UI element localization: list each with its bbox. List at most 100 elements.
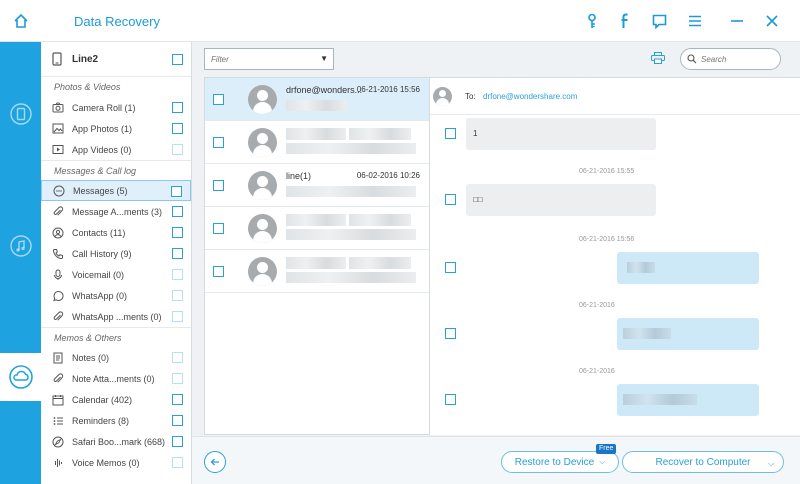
category-whatsapp-attachments[interactable]: WhatsApp ...ments (0) <box>41 306 191 327</box>
recover-to-computer-button[interactable]: Recover to Computer <box>622 451 784 473</box>
message-checkbox[interactable] <box>213 94 224 105</box>
filter-dropdown[interactable]: Filter ▼ <box>204 48 334 70</box>
facebook-button[interactable] <box>616 12 634 30</box>
message-sender: drfone@wonders... <box>286 85 363 95</box>
camera-icon <box>52 102 64 114</box>
category-checkbox[interactable] <box>172 269 183 280</box>
category-voice-memos[interactable]: Voice Memos (0) <box>41 452 191 473</box>
main-panel: Filter ▼ Search drfone@wonders... 06-21-… <box>192 42 800 484</box>
home-button[interactable] <box>0 0 42 42</box>
message-checkbox[interactable] <box>213 180 224 191</box>
message-date: 06-02-2016 10:26 <box>356 171 420 180</box>
device-header[interactable]: Line2 <box>41 42 191 77</box>
video-icon <box>52 144 64 156</box>
category-checkbox[interactable] <box>172 436 183 447</box>
close-icon <box>766 15 778 27</box>
close-button[interactable] <box>763 12 781 30</box>
blurred-preview <box>286 143 416 154</box>
message-item[interactable] <box>205 121 429 164</box>
category-checkbox[interactable] <box>172 415 183 426</box>
message-checkbox[interactable] <box>445 394 456 405</box>
category-voicemail[interactable]: Voicemail (0) <box>41 264 191 285</box>
back-button[interactable] <box>204 451 226 473</box>
blurred-preview <box>286 100 346 111</box>
blurred-sender <box>286 257 346 269</box>
category-whatsapp[interactable]: WhatsApp (0) <box>41 285 191 306</box>
to-label: To: <box>465 92 476 101</box>
section-title-photos-videos: Photos & Videos <box>54 82 121 92</box>
category-note-attachments[interactable]: Note Atta...ments (0) <box>41 368 191 389</box>
message-checkbox[interactable] <box>445 328 456 339</box>
restore-label: Restore to Device <box>514 456 595 468</box>
restore-to-device-button[interactable]: Restore to Device ⌵ <box>501 451 619 473</box>
blurred-date <box>349 257 411 269</box>
message-checkbox[interactable] <box>445 128 456 139</box>
category-checkbox[interactable] <box>171 186 182 197</box>
select-all-checkbox[interactable] <box>172 54 183 65</box>
category-checkbox[interactable] <box>172 144 183 155</box>
category-notes[interactable]: Notes (0) <box>41 347 191 368</box>
menu-button[interactable] <box>686 12 704 30</box>
blurred-preview <box>286 229 416 240</box>
recover-from-device-tab[interactable] <box>0 90 41 138</box>
message-item[interactable] <box>205 250 429 293</box>
category-checkbox[interactable] <box>172 102 183 113</box>
recover-from-icloud-tab[interactable] <box>0 353 41 401</box>
message-item[interactable]: drfone@wonders... 06-21-2016 15:56 <box>205 78 429 121</box>
category-checkbox[interactable] <box>172 290 183 301</box>
outgoing-bubble <box>617 318 759 350</box>
category-messages[interactable]: Messages (5) <box>41 180 191 201</box>
category-safari-bookmarks[interactable]: Safari Boo...mark (668) <box>41 431 191 452</box>
search-input[interactable]: Search <box>680 48 781 70</box>
whatsapp-icon <box>52 290 64 302</box>
mode-rail <box>0 42 41 484</box>
message-sender: line(1) <box>286 171 312 181</box>
message-checkbox[interactable] <box>445 262 456 273</box>
phone-device-icon <box>52 52 62 66</box>
message-item[interactable]: line(1) 06-02-2016 10:26 <box>205 164 429 207</box>
category-checkbox[interactable] <box>172 227 183 238</box>
avatar <box>248 171 277 200</box>
incoming-bubble: 1 <box>466 118 656 150</box>
category-checkbox[interactable] <box>172 352 183 363</box>
message-checkbox[interactable] <box>213 137 224 148</box>
message-checkbox[interactable] <box>213 223 224 234</box>
section-title-memos-others: Memos & Others <box>41 327 191 347</box>
voice-memo-icon <box>52 457 64 469</box>
message-item[interactable] <box>205 207 429 250</box>
category-checkbox[interactable] <box>172 394 183 405</box>
message-date: 06-21-2016 15:56 <box>356 85 420 94</box>
message-checkbox[interactable] <box>213 266 224 277</box>
category-checkbox[interactable] <box>172 206 183 217</box>
facebook-icon <box>621 13 628 28</box>
feedback-button[interactable] <box>650 12 668 30</box>
printer-icon <box>651 52 665 64</box>
category-camera-roll[interactable]: Camera Roll (1) <box>41 97 191 118</box>
category-calendar[interactable]: Calendar (402) <box>41 389 191 410</box>
minimize-button[interactable] <box>728 12 746 30</box>
menu-icon <box>689 15 701 27</box>
timestamp: 06-21-2016 <box>579 302 615 309</box>
phone-icon <box>52 248 64 260</box>
category-checkbox[interactable] <box>172 457 183 468</box>
category-call-history[interactable]: Call History (9) <box>41 243 191 264</box>
bottom-action-bar: Restore to Device ⌵ Free Recover to Comp… <box>192 436 800 484</box>
app-title: Data Recovery <box>74 14 160 29</box>
print-button[interactable] <box>651 52 665 64</box>
category-checkbox[interactable] <box>172 123 183 134</box>
category-app-videos[interactable]: App Videos (0) <box>41 139 191 160</box>
category-message-attachments[interactable]: Message A...ments (3) <box>41 201 191 222</box>
attachment-icon <box>52 205 64 218</box>
key-button[interactable] <box>583 12 601 30</box>
message-checkbox[interactable] <box>445 194 456 205</box>
arrow-left-icon <box>210 458 219 466</box>
recover-from-itunes-tab[interactable] <box>0 222 41 270</box>
category-contacts[interactable]: Contacts (11) <box>41 222 191 243</box>
minimize-icon <box>731 20 743 22</box>
category-checkbox[interactable] <box>172 248 183 259</box>
recover-label: Recover to Computer <box>655 456 751 468</box>
category-reminders[interactable]: Reminders (8) <box>41 410 191 431</box>
category-checkbox[interactable] <box>172 311 183 322</box>
category-app-photos[interactable]: App Photos (1) <box>41 118 191 139</box>
category-checkbox[interactable] <box>172 373 183 384</box>
